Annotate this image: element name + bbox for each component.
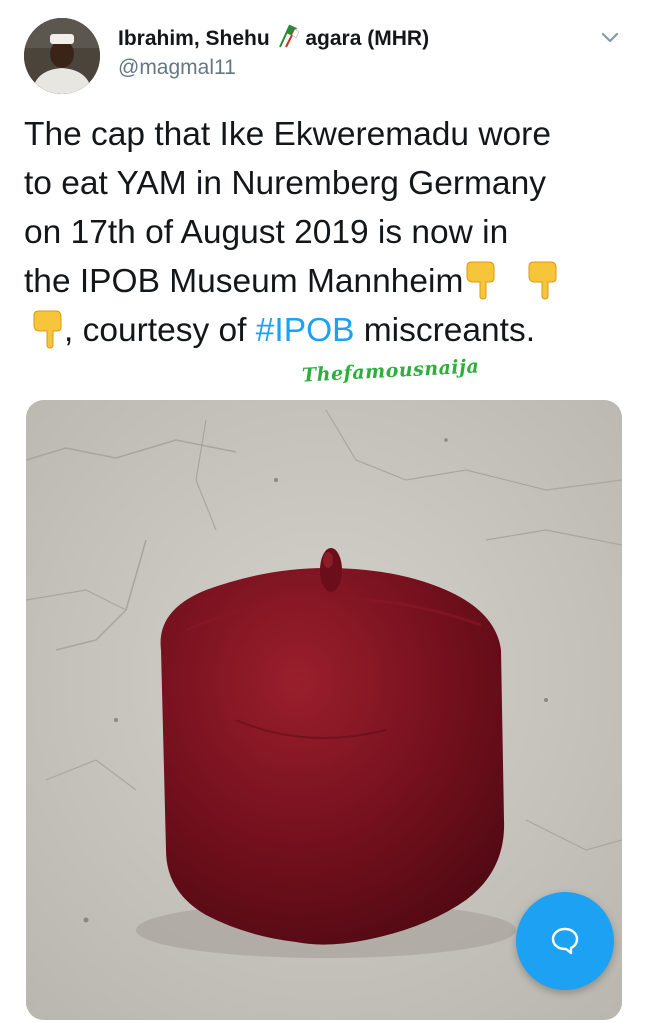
reply-button[interactable]: [516, 892, 614, 990]
tweet-text-line: to eat YAM in Nuremberg Germany: [24, 165, 546, 202]
backhand-index-pointing-down-icon: [30, 309, 64, 349]
author-name-part2: agara (MHR): [305, 27, 430, 50]
tweet-text-line: The cap that Ike Ekweremadu wore: [24, 116, 551, 153]
tweet-text-line: , courtesy of #IPOB miscreants.: [24, 306, 624, 355]
hashtag-link[interactable]: #IPOB: [256, 312, 355, 349]
chevron-down-icon[interactable]: [598, 26, 622, 50]
author-name[interactable]: Ibrahim, Shehu agara (MHR): [118, 24, 429, 54]
tweet-text-line: the IPOB Museum Mannheim: [24, 257, 624, 306]
backhand-index-pointing-down-icon: [525, 260, 559, 300]
tweet-text-line: on 17th of August 2019 is now in: [24, 214, 509, 251]
tweet-header: Ibrahim, Shehu agara (MHR) @magmal11: [24, 18, 624, 94]
reply-bubble-icon: [551, 927, 579, 955]
author-name-part1: Ibrahim, Shehu: [118, 27, 270, 50]
tweet-screen: Ibrahim, Shehu agara (MHR) @magmal11 The…: [0, 0, 648, 1024]
author-handle[interactable]: @magmal11: [118, 56, 236, 80]
avatar[interactable]: [24, 18, 100, 94]
watermark: Thefamousnaija: [301, 355, 480, 387]
tweet-text-segment: miscreants.: [354, 312, 536, 349]
tweet-text-segment: , courtesy of: [64, 312, 256, 349]
tweet-text: The cap that Ike Ekweremadu wore to eat …: [24, 110, 624, 355]
tweet-text-segment: the IPOB Museum Mannheim: [24, 263, 464, 300]
backhand-index-pointing-down-icon: [463, 260, 497, 300]
nigeria-flag-icon: [277, 24, 299, 54]
